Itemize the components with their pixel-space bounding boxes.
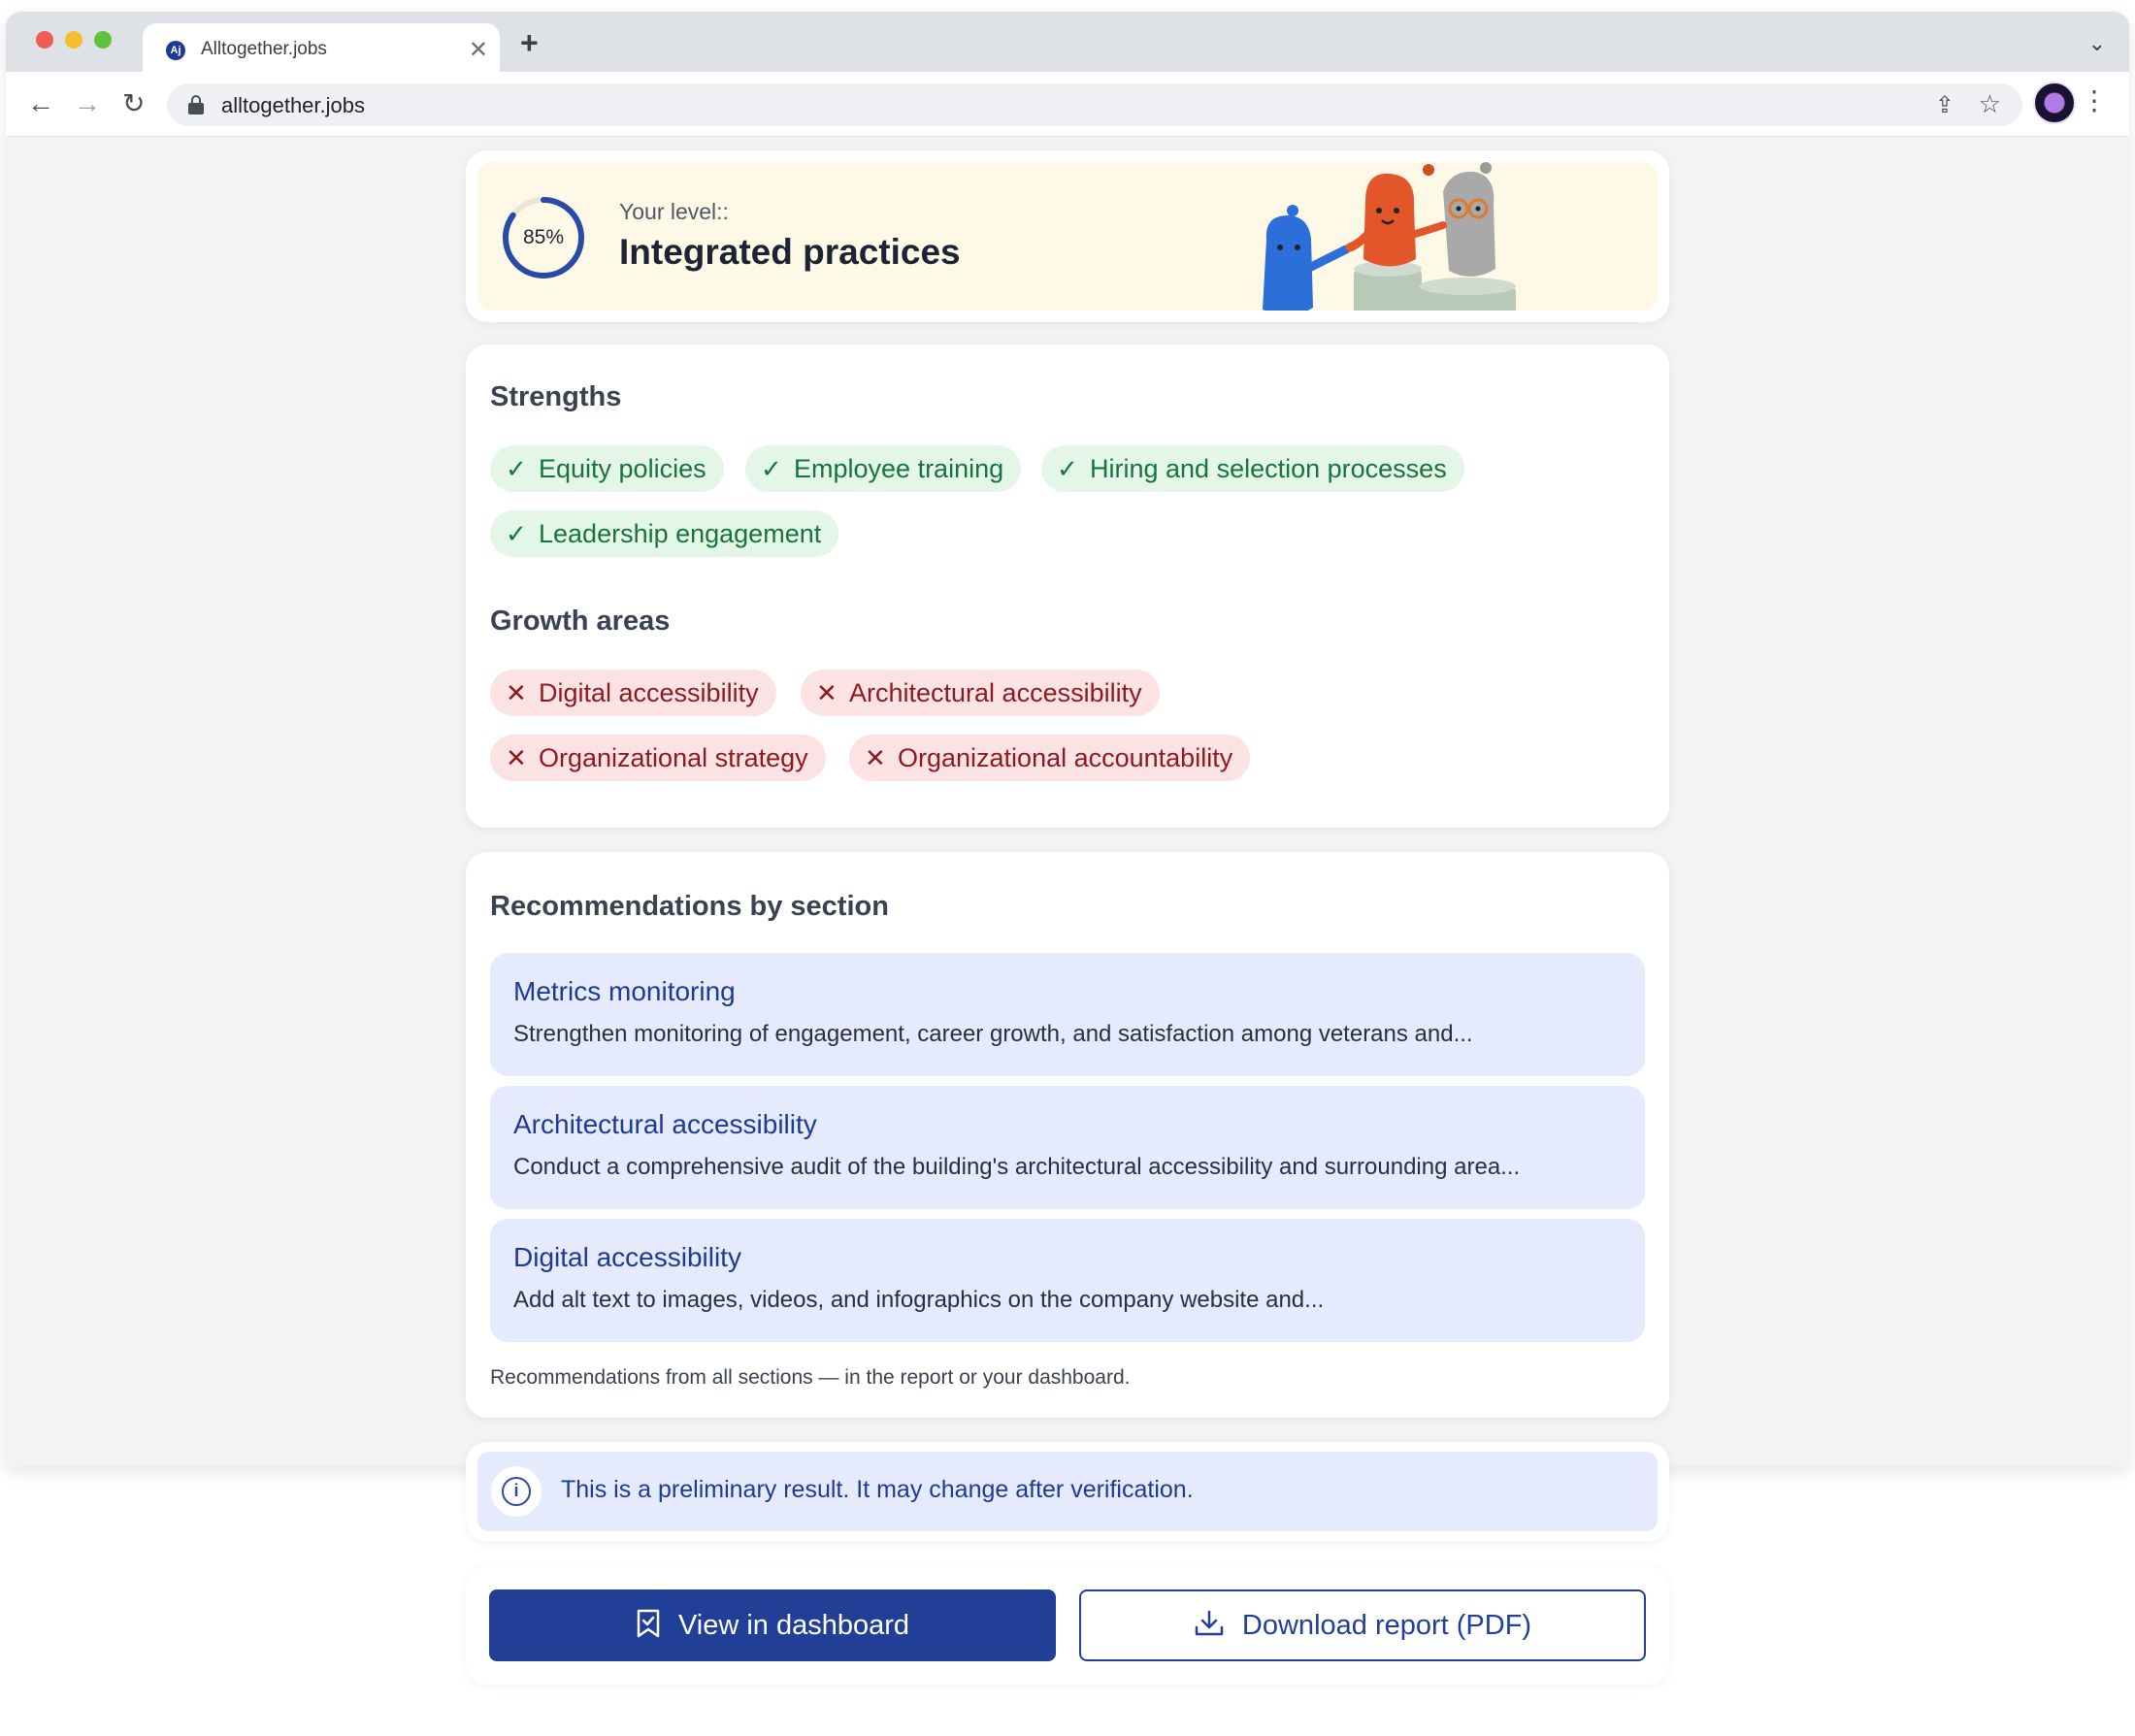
strength-chip: ✓ Employee training (745, 445, 1022, 492)
recommendation-title[interactable]: Architectural accessibility (513, 1109, 817, 1140)
view-in-dashboard-button[interactable]: View in dashboard (489, 1589, 1056, 1661)
check-icon: ✓ (506, 519, 527, 548)
growth-chip: ✕ Architectural accessibility (801, 670, 1160, 716)
growth-heading: Growth areas (490, 606, 671, 637)
back-arrow-icon[interactable]: ← (27, 88, 54, 119)
preliminary-notice: i This is a preliminary result. It may c… (477, 1452, 1658, 1531)
strength-chip: ✓ Equity policies (490, 445, 724, 492)
lock-icon (188, 95, 204, 115)
profile-avatar[interactable] (2033, 82, 2076, 124)
strengths-growth-card: Strengths ✓ Equity policies ✓ Employee t… (466, 344, 1669, 828)
view-in-dashboard-label: View in dashboard (677, 1610, 910, 1641)
level-caption: Your level:: (619, 199, 729, 224)
level-banner: 85% Your level:: Integrated practices (477, 162, 1658, 311)
cross-icon: ✕ (816, 678, 838, 707)
growth-chip: ✕ Organizational accountability (849, 735, 1251, 781)
forward-arrow-icon[interactable]: → (74, 88, 101, 119)
mascots-illustration (1263, 162, 1516, 311)
download-report-label: Download report (PDF) (1241, 1610, 1532, 1641)
check-icon: ✓ (1057, 454, 1078, 483)
download-icon (1195, 1611, 1224, 1636)
recommendations-heading: Recommendations by section (490, 891, 889, 922)
browser-menu-icon[interactable]: ⋮ (2081, 87, 2108, 115)
notice-text: This is a preliminary result. It may cha… (561, 1476, 1194, 1503)
url-text[interactable]: alltogether.jobs (221, 93, 365, 118)
tab-title: Alltogether.jobs (201, 39, 327, 59)
growth-chip-label: Digital accessibility (539, 678, 759, 707)
close-tab-icon[interactable]: ✕ (469, 36, 488, 64)
new-tab-icon[interactable]: + (520, 25, 539, 61)
growth-chip: ✕ Digital accessibility (490, 670, 776, 716)
maximize-window-button[interactable] (94, 31, 112, 49)
preliminary-notice-card: i This is a preliminary result. It may c… (466, 1442, 1669, 1541)
recommendation-description: Add alt text to images, videos, and info… (513, 1287, 1325, 1313)
recommendation-item[interactable]: Architectural accessibility Conduct a co… (490, 1086, 1645, 1209)
strength-chip-label: Leadership engagement (539, 519, 822, 548)
reload-icon[interactable]: ↻ (122, 88, 145, 119)
close-window-button[interactable] (36, 31, 53, 49)
recommendation-description: Strengthen monitoring of engagement, car… (513, 1021, 1473, 1047)
strengths-heading: Strengths (490, 381, 622, 412)
address-bar[interactable]: alltogether.jobs ⇪ ☆ (167, 83, 2022, 126)
progress-ring: 85% (501, 195, 586, 280)
level-card: 85% Your level:: Integrated practices (466, 150, 1669, 322)
strength-chip-label: Employee training (794, 454, 1004, 483)
strength-chip-label: Equity policies (539, 454, 706, 483)
level-title: Integrated practices (619, 232, 961, 272)
actions-card: View in dashboard Download report (PDF) (466, 1566, 1669, 1685)
favicon-icon: Aj (166, 41, 185, 60)
strength-chip: ✓ Hiring and selection processes (1041, 445, 1464, 492)
recommendations-footnote: Recommendations from all sections — in t… (490, 1366, 1131, 1389)
browser-tab[interactable]: Aj Alltogether.jobs ✕ (143, 23, 500, 74)
strength-chip: ✓ Leadership engagement (490, 510, 839, 557)
info-icon: i (491, 1466, 542, 1517)
recommendation-item[interactable]: Digital accessibility Add alt text to im… (490, 1219, 1645, 1342)
growth-chip: ✕ Organizational strategy (490, 735, 826, 781)
recommendation-item[interactable]: Metrics monitoring Strengthen monitoring… (490, 953, 1645, 1076)
cross-icon: ✕ (506, 743, 527, 772)
recommendation-title[interactable]: Metrics monitoring (513, 976, 736, 1007)
check-icon: ✓ (761, 454, 782, 483)
recommendation-description: Conduct a comprehensive audit of the bui… (513, 1154, 1521, 1180)
bookmark-star-icon[interactable]: ☆ (1979, 89, 2001, 119)
minimize-window-button[interactable] (65, 31, 82, 49)
cross-icon: ✕ (506, 678, 527, 707)
growth-chip-label: Organizational accountability (898, 743, 1233, 772)
progress-percent: 85% (522, 226, 565, 248)
download-report-button[interactable]: Download report (PDF) (1079, 1589, 1646, 1661)
bookmark-icon (637, 1610, 660, 1638)
check-icon: ✓ (506, 454, 527, 483)
cross-icon: ✕ (865, 743, 886, 772)
share-icon[interactable]: ⇪ (1935, 91, 1954, 119)
growth-chip-label: Architectural accessibility (849, 678, 1142, 707)
growth-chip-label: Organizational strategy (539, 743, 808, 772)
tab-strip: Aj Alltogether.jobs ✕ + ⌄ (6, 12, 2129, 74)
recommendation-title[interactable]: Digital accessibility (513, 1242, 741, 1273)
recommendations-card: Recommendations by section Metrics monit… (466, 852, 1669, 1418)
strength-chip-label: Hiring and selection processes (1090, 454, 1447, 483)
tab-search-chevron-icon[interactable]: ⌄ (2088, 31, 2106, 56)
browser-toolbar: ← → ↻ alltogether.jobs ⇪ ☆ ⋮ (6, 72, 2129, 137)
